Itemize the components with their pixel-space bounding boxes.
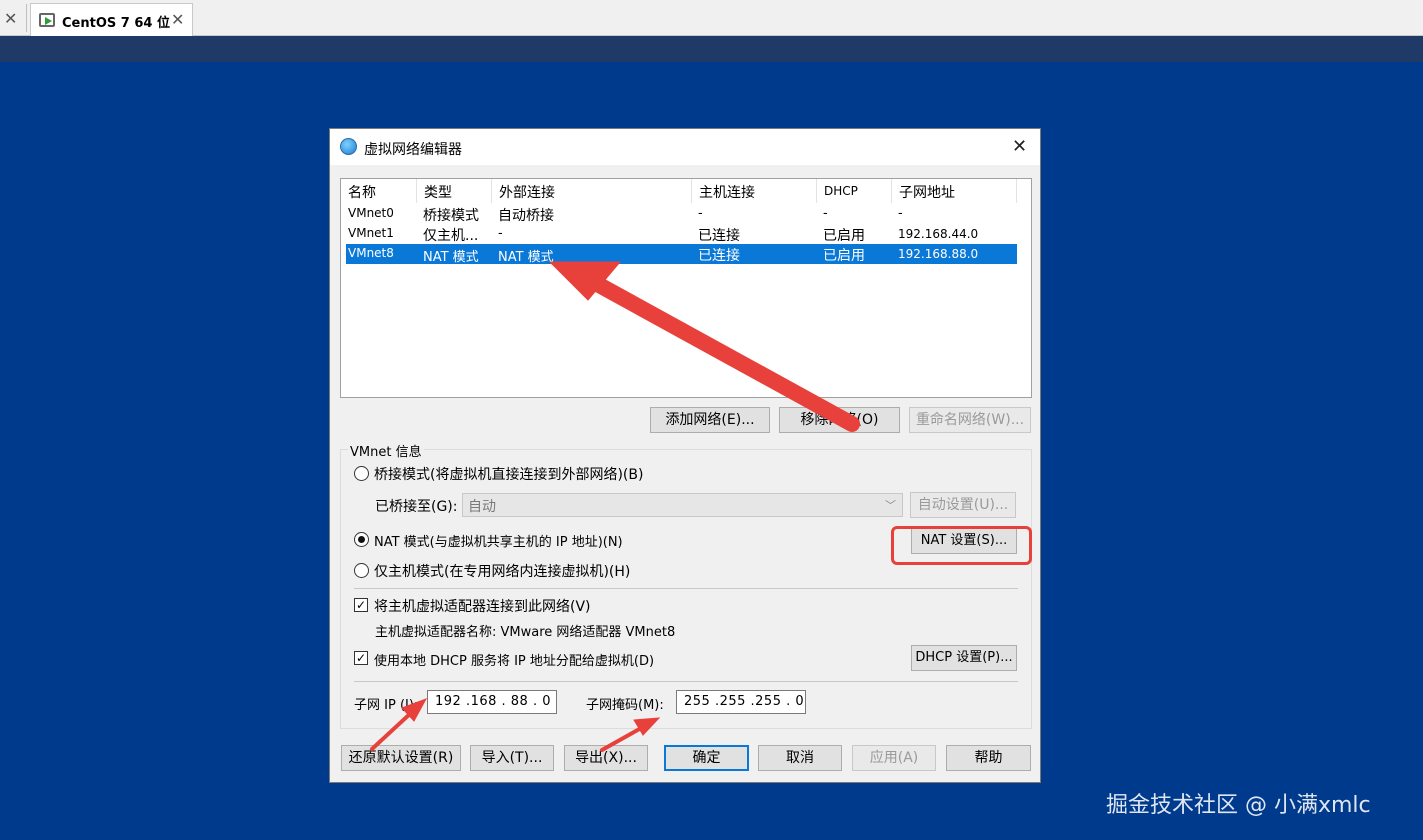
annotation-arrow-head	[633, 717, 661, 736]
annotation-arrows	[370, 261, 860, 752]
annotation-arrow-shaft	[582, 272, 860, 432]
watermark-text: 掘金技术社区 @ 小满xmlc	[1106, 793, 1371, 818]
annotation-arrow-shaft	[600, 725, 645, 752]
annotation-arrow-shaft	[370, 710, 414, 751]
